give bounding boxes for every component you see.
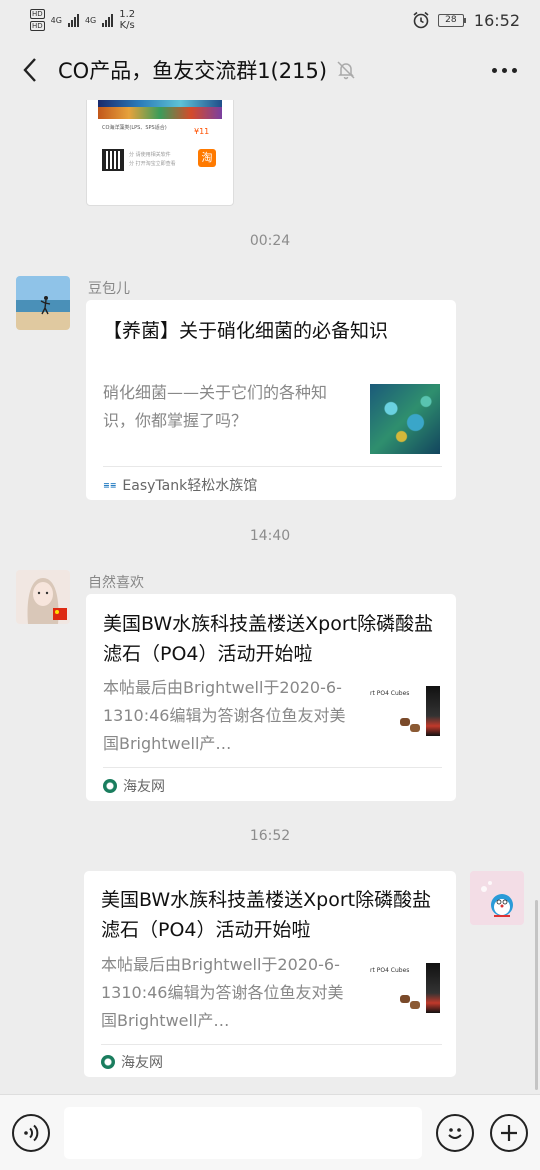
qr-hint-1: 分 请使用相关软件: [129, 152, 171, 158]
article-title-1: 【养菌】关于硝化细菌的必备知识: [103, 320, 389, 342]
haiyou-icon: [101, 1055, 115, 1069]
article-title-3: 美国BW水族科技盖楼送Xport除磷酸盐滤石（PO4）活动开始啦: [101, 889, 432, 941]
status-left: HD HD 4G 4G 1.2 K/s: [30, 9, 135, 31]
back-button[interactable]: [14, 50, 46, 90]
network-speed-unit: K/s: [119, 20, 135, 31]
avatar-self[interactable]: [470, 871, 524, 925]
article-source-3: 海友网: [101, 1052, 163, 1072]
article-thumbnail-2: rt PO4 Cubes: [370, 684, 440, 754]
network-speed-value: 1.2: [119, 9, 136, 20]
hd-badge-2: HD: [30, 21, 45, 31]
article-source-label-1: EasyTank轻松水族馆: [122, 478, 258, 494]
sender-name-1: 豆包儿: [88, 281, 130, 297]
emoji-button[interactable]: [436, 1113, 474, 1152]
plus-icon: [501, 1124, 517, 1141]
smiley-icon: [448, 1127, 462, 1139]
qr-hint-2: 分 打开淘宝立即查看: [129, 161, 176, 167]
thumbnail-label-3: rt PO4 Cubes: [370, 967, 410, 974]
partial-product-card[interactable]: CO海洋藻类(LPS、SPS适合) ¥11 分 请使用相关软件 分 打开淘宝立即…: [86, 100, 234, 206]
article-card-2[interactable]: 美国BW水族科技盖楼送Xport除磷酸盐滤石（PO4）活动开始啦 本帖最后由Br…: [86, 594, 456, 801]
network-speed: 1.2 K/s: [119, 9, 135, 31]
product-price: ¥11: [194, 127, 210, 136]
mute-bell-icon: [337, 61, 355, 80]
article-card-3[interactable]: 美国BW水族科技盖楼送Xport除磷酸盐滤石（PO4）活动开始啦 本帖最后由Br…: [84, 871, 456, 1077]
avatar-ziranxihuan[interactable]: [16, 570, 70, 624]
article-source-2: 海友网: [103, 776, 165, 796]
signal-icon-2: [102, 13, 114, 27]
article-thumbnail-1: [370, 384, 440, 454]
article-source-label-2: 海友网: [123, 779, 165, 795]
network-type-1: 4G: [50, 15, 62, 25]
easytank-icon: ≡≡: [103, 480, 117, 490]
article-source-1: ≡≡ EasyTank轻松水族馆: [103, 475, 257, 495]
article-desc-3: 本帖最后由Brightwell于2020-6-1310:46编辑为答谢各位鱼友对…: [101, 955, 344, 1030]
scrollbar[interactable]: [535, 900, 538, 1090]
chat-title: CO产品，鱼友交流群1(215): [58, 59, 328, 83]
voice-icon: [24, 1124, 39, 1141]
avatar-doubaoer[interactable]: [16, 276, 70, 330]
status-right: 28 16:52: [412, 11, 520, 30]
signal-icon: [67, 13, 79, 27]
title-bar: CO产品，鱼友交流群1(215): [0, 40, 540, 100]
thumbnail-label-2: rt PO4 Cubes: [370, 690, 410, 697]
article-desc-2: 本帖最后由Brightwell于2020-6-1310:46编辑为答谢各位鱼友对…: [103, 678, 346, 753]
haiyou-icon: [103, 779, 117, 793]
product-text: CO海洋藻类(LPS、SPS适合): [102, 125, 167, 131]
back-arrow-icon: [23, 58, 36, 82]
more-button[interactable]: [482, 50, 526, 90]
qr-code-icon: [102, 149, 124, 171]
timestamp-3: 16:52: [249, 828, 291, 844]
card-divider-2b: [103, 767, 442, 768]
sender-name-2: 自然喜欢: [88, 575, 144, 591]
chat-area[interactable]: CO海洋藻类(LPS、SPS适合) ¥11 分 请使用相关软件 分 打开淘宝立即…: [0, 100, 540, 1094]
article-card-1[interactable]: 【养菌】关于硝化细菌的必备知识 硝化细菌——关于它们的各种知识，你都掌握了吗？ …: [86, 300, 456, 500]
card-divider-1: [103, 466, 442, 467]
taobao-icon: 淘: [198, 149, 216, 167]
more-functions-button[interactable]: [490, 1113, 528, 1152]
card-divider-3: [101, 1044, 442, 1045]
timestamp-1: 00:24: [249, 233, 291, 249]
status-bar: HD HD 4G 4G 1.2 K/s 28 16:52: [0, 0, 540, 40]
voice-button[interactable]: [12, 1113, 50, 1152]
clock: 16:52: [473, 10, 520, 30]
article-source-label-3: 海友网: [121, 1055, 163, 1071]
input-bar: [0, 1094, 540, 1170]
article-title-2: 美国BW水族科技盖楼送Xport除磷酸盐滤石（PO4）活动开始啦: [103, 613, 434, 665]
battery-icon: 28: [437, 13, 466, 27]
hd-badges: HD HD: [30, 9, 45, 31]
article-desc-1: 硝化细菌——关于它们的各种知识，你都掌握了吗？: [103, 383, 328, 430]
hd-badge-1: HD: [30, 9, 45, 19]
network-type-2: 4G: [84, 15, 97, 25]
product-image: [98, 100, 222, 119]
timestamp-2: 14:40: [249, 528, 291, 544]
battery-level: 28: [437, 13, 464, 27]
message-input[interactable]: [64, 1106, 422, 1159]
article-thumbnail-3: rt PO4 Cubes: [370, 961, 440, 1031]
alarm-icon: [413, 11, 429, 29]
